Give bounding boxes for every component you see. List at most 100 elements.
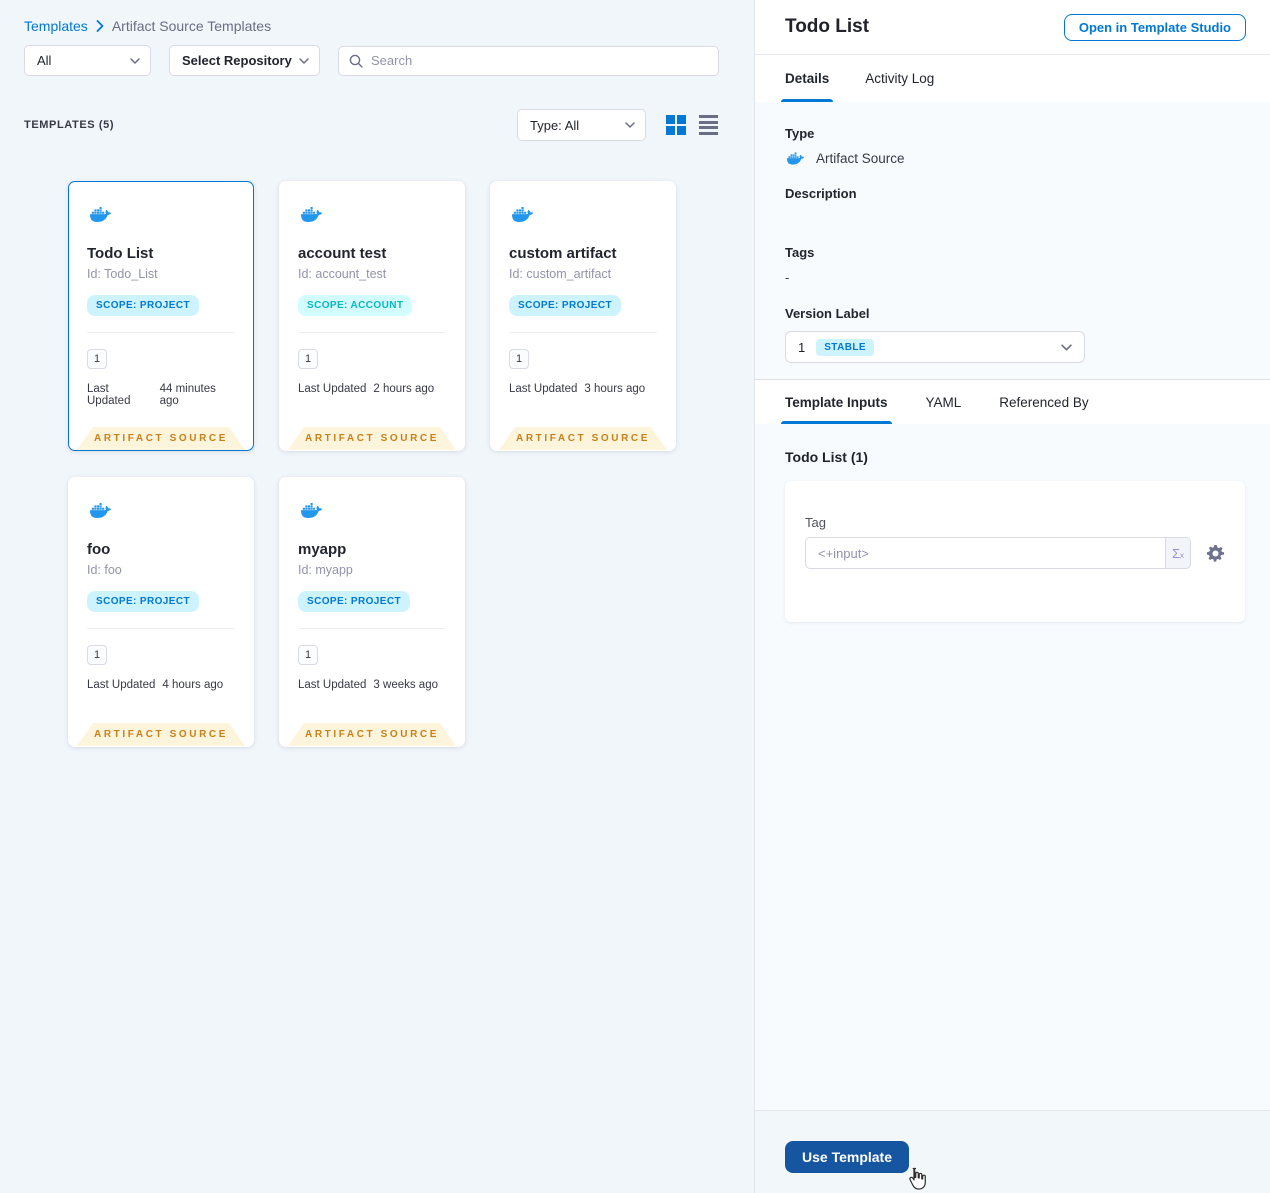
template-card-account-test[interactable]: account test Id: account_test SCOPE: ACC… (279, 181, 465, 451)
tab-activity-log[interactable]: Activity Log (865, 55, 934, 102)
sigma-sub: x (1180, 550, 1185, 560)
artifact-source-badge: ARTIFACT SOURCE (499, 427, 667, 450)
last-updated-value: 4 hours ago (162, 679, 224, 691)
last-updated-value: 44 minutes ago (159, 383, 216, 407)
template-card-foo[interactable]: foo Id: foo SCOPE: PROJECT 1 Last Update… (68, 477, 254, 747)
card-id: Id: foo (87, 563, 122, 577)
chevron-down-icon (1061, 344, 1072, 351)
scope-filter-dropdown[interactable]: All (24, 45, 151, 76)
tags-value: - (785, 270, 790, 285)
card-title: Todo List (87, 245, 154, 262)
card-title: foo (87, 541, 111, 558)
expression-toggle-button[interactable]: Σx (1165, 537, 1191, 569)
list-view-icon[interactable] (699, 115, 718, 135)
artifact-source-badge: ARTIFACT SOURCE (77, 723, 245, 746)
tab-details[interactable]: Details (780, 55, 834, 102)
card-last-updated: Last Updated 44 minutes ago (87, 383, 235, 407)
list-header-row: TEMPLATES (5) Type: All (0, 109, 754, 141)
card-id: Id: Todo_List (87, 267, 158, 281)
open-in-template-studio-button[interactable]: Open in Template Studio (1063, 13, 1246, 41)
docker-icon (87, 500, 114, 521)
details-content: Type Artifact Source Description Tags - … (755, 102, 1270, 379)
breadcrumb-chevron-icon (96, 20, 104, 32)
version-dropdown[interactable]: 1 STABLE (785, 331, 1085, 363)
use-template-button[interactable]: Use Template (785, 1141, 909, 1173)
tab-yaml[interactable]: YAML (926, 380, 962, 424)
filter-row: All Select Repository (0, 34, 754, 76)
tab-template-inputs[interactable]: Template Inputs (781, 380, 892, 424)
artifact-source-badge: ARTIFACT SOURCE (288, 427, 456, 450)
artifact-source-badge: ARTIFACT SOURCE (77, 427, 245, 450)
last-updated-label: Last Updated (298, 679, 367, 691)
chevron-down-icon (625, 122, 635, 128)
breadcrumb-current: Artifact Source Templates (111, 18, 272, 34)
tags-label: Tags (785, 245, 815, 260)
app-window: Templates Artifact Source Templates All … (0, 0, 1270, 1193)
version-count-chip: 1 (298, 349, 318, 369)
search-box (338, 45, 719, 76)
card-divider (298, 332, 446, 333)
template-cards-grid: Todo List Id: Todo_List SCOPE: PROJECT 1… (68, 181, 708, 747)
last-updated-value: 3 hours ago (584, 383, 646, 395)
sigma-icon: Σ (1171, 545, 1181, 561)
last-updated-label: Last Updated (509, 383, 578, 395)
card-title: myapp (298, 541, 347, 558)
template-inputs-content: Todo List (1) Tag Σx (755, 424, 1270, 1110)
last-updated-value: 3 weeks ago (373, 679, 438, 691)
docker-icon (298, 204, 325, 225)
scope-filter-value: All (37, 53, 52, 68)
grid-view-icon[interactable] (666, 115, 686, 135)
description-label: Description (785, 186, 857, 201)
version-label: Version Label (785, 306, 870, 321)
template-details-panel: Todo List Open in Template Studio Detail… (755, 0, 1270, 1193)
search-icon (349, 54, 363, 68)
search-input[interactable] (371, 53, 708, 68)
card-divider (509, 332, 657, 333)
details-title: Todo List (785, 16, 870, 37)
tag-input[interactable] (805, 537, 1165, 569)
card-last-updated: Last Updated 3 weeks ago (298, 679, 446, 691)
version-count-chip: 1 (87, 349, 107, 369)
details-header: Todo List Open in Template Studio (755, 0, 1270, 55)
card-title: account test (298, 245, 387, 262)
scope-badge: SCOPE: PROJECT (87, 295, 199, 316)
type-filter-dropdown[interactable]: Type: All (517, 109, 646, 141)
chevron-down-icon (130, 58, 140, 64)
docker-icon (298, 500, 325, 521)
tag-field-label: Tag (805, 515, 826, 530)
card-last-updated: Last Updated 4 hours ago (87, 679, 235, 691)
scope-badge: SCOPE: PROJECT (298, 591, 410, 612)
inputs-tab-bar: Template Inputs YAML Referenced By (755, 380, 1270, 424)
scope-badge: SCOPE: PROJECT (87, 591, 199, 612)
card-divider (87, 332, 235, 333)
card-title: custom artifact (509, 245, 617, 262)
last-updated-label: Last Updated (87, 383, 131, 407)
template-list-panel: Templates Artifact Source Templates All … (0, 0, 755, 1193)
inputs-section-title: Todo List (1) (785, 449, 868, 465)
docker-icon (509, 204, 536, 225)
type-filter-value: Type: All (530, 117, 580, 133)
artifact-source-badge: ARTIFACT SOURCE (288, 723, 456, 746)
template-card-custom-artifact[interactable]: custom artifact Id: custom_artifact SCOP… (490, 181, 676, 451)
templates-count-label: TEMPLATES (5) (24, 119, 115, 131)
scope-badge: SCOPE: PROJECT (509, 295, 621, 316)
breadcrumb: Templates Artifact Source Templates (0, 0, 754, 34)
repository-filter-dropdown[interactable]: Select Repository (169, 45, 320, 76)
last-updated-label: Last Updated (87, 679, 156, 691)
version-count-chip: 1 (87, 645, 107, 665)
type-label: Type (785, 126, 815, 141)
template-card-myapp[interactable]: myapp Id: myapp SCOPE: PROJECT 1 Last Up… (279, 477, 465, 747)
last-updated-value: 2 hours ago (373, 383, 435, 395)
card-last-updated: Last Updated 2 hours ago (298, 383, 446, 395)
details-tab-bar: Details Activity Log (755, 55, 1270, 102)
version-count-chip: 1 (298, 645, 318, 665)
breadcrumb-templates-link[interactable]: Templates (24, 18, 88, 34)
docker-icon (87, 204, 114, 225)
tag-settings-button[interactable] (1206, 544, 1225, 563)
tab-referenced-by[interactable]: Referenced By (999, 380, 1088, 424)
docker-icon (785, 150, 806, 167)
version-value: 1 (798, 339, 806, 355)
template-card-todo-list[interactable]: Todo List Id: Todo_List SCOPE: PROJECT 1… (68, 181, 254, 451)
type-value: Artifact Source (816, 151, 905, 166)
repository-filter-value: Select Repository (182, 53, 292, 68)
